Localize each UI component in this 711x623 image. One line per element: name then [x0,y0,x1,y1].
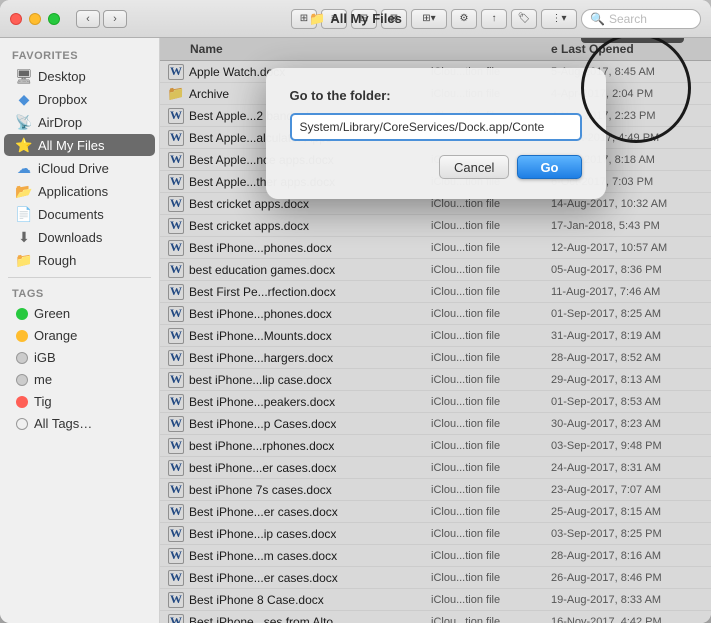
forward-button[interactable]: › [103,10,127,28]
finder-window: ‹ › 📁 All My Files ⊞ ≡ ⊟ ⊠ ⊞▾ ⚙ ↑ 🏷 ⋮▾ 🔍… [0,0,711,623]
sidebar-item-dropbox[interactable]: ◆ Dropbox [4,88,155,110]
sidebar-label-documents: Documents [38,207,104,222]
sidebar-tag-igb[interactable]: iGB [4,347,155,368]
sidebar-tag-tig[interactable]: Tig [4,391,155,412]
documents-icon: 📄 [16,206,32,222]
tag-label-orange: Orange [34,328,77,343]
share-btn[interactable]: ↑ [481,9,507,29]
sidebar-tag-me[interactable]: me [4,369,155,390]
icloud-icon: ☁ [16,160,32,176]
nav-buttons: ‹ › [76,10,127,28]
sidebar-label-downloads: Downloads [38,230,102,245]
sidebar-label-icloud: iCloud Drive [38,161,109,176]
airdrop-icon: 📡 [16,114,32,130]
window-title-area: 📁 All My Files [309,11,402,27]
dialog-title: Go to the folder: [290,88,582,103]
sidebar-label-airdrop: AirDrop [38,115,82,130]
minimize-button[interactable] [29,13,41,25]
green-dot [16,308,28,320]
downloads-icon: ⬇ [16,229,32,245]
tag-label-all-tags: All Tags… [34,416,92,431]
dialog-buttons: Cancel Go [290,155,582,179]
sidebar-item-applications[interactable]: 📂 Applications [4,180,155,202]
folder-path-input[interactable] [290,113,582,141]
all-my-files-icon: ⭐ [16,137,32,153]
go-button[interactable]: Go [517,155,581,179]
dialog-overlay: resources Go to the folder: Cancel Go [160,38,711,623]
cancel-button[interactable]: Cancel [439,155,509,179]
applications-icon: 📂 [16,183,32,199]
airdrop-btn[interactable]: ⋮▾ [541,9,577,29]
search-box[interactable]: 🔍 Search [581,9,701,29]
favorites-label: Favorites [0,46,159,64]
sidebar-tag-all-tags[interactable]: All Tags… [4,413,155,434]
back-button[interactable]: ‹ [76,10,100,28]
tig-dot [16,396,28,408]
titlebar: ‹ › 📁 All My Files ⊞ ≡ ⊟ ⊠ ⊞▾ ⚙ ↑ 🏷 ⋮▾ 🔍… [0,0,711,38]
sidebar-label-applications: Applications [38,184,108,199]
me-dot [16,374,28,386]
sidebar-item-rough[interactable]: 📁 Rough [4,249,155,271]
file-area: Name e Last Opened W Apple Watch.docx iC… [160,38,711,623]
sidebar-tag-green[interactable]: Green [4,303,155,324]
sidebar-divider [8,277,151,278]
sidebar-item-desktop[interactable]: 🖥 Desktop [4,65,155,87]
main-content: Favorites 🖥 Desktop ◆ Dropbox 📡 AirDrop … [0,38,711,623]
action-btn[interactable]: ⚙ [451,9,477,29]
dropbox-icon: ◆ [16,91,32,107]
sidebar: Favorites 🖥 Desktop ◆ Dropbox 📡 AirDrop … [0,38,160,623]
traffic-lights [10,13,60,25]
search-placeholder: Search [609,12,647,26]
tag-btn[interactable]: 🏷 [511,9,537,29]
sidebar-tag-orange[interactable]: Orange [4,325,155,346]
sidebar-label-desktop: Desktop [38,69,86,84]
maximize-button[interactable] [48,13,60,25]
tags-label: Tags [0,284,159,302]
orange-dot [16,330,28,342]
tag-label-tig: Tig [34,394,52,409]
sidebar-item-icloud-drive[interactable]: ☁ iCloud Drive [4,157,155,179]
arrange-btn[interactable]: ⊞▾ [411,9,447,29]
sidebar-label-dropbox: Dropbox [38,92,87,107]
tag-label-igb: iGB [34,350,56,365]
window-title: All My Files [330,11,402,26]
desktop-icon: 🖥 [16,68,32,84]
title-icon: 📁 [309,11,325,27]
tag-label-green: Green [34,306,70,321]
rough-icon: 📁 [16,252,32,268]
sidebar-item-airdrop[interactable]: 📡 AirDrop [4,111,155,133]
all-tags-dot [16,418,28,430]
sidebar-item-downloads[interactable]: ⬇ Downloads [4,226,155,248]
search-icon: 🔍 [590,12,605,26]
sidebar-item-documents[interactable]: 📄 Documents [4,203,155,225]
sidebar-item-all-my-files[interactable]: ⭐ All My Files [4,134,155,156]
resources-text: resources [581,38,683,43]
tag-label-me: me [34,372,52,387]
sidebar-label-all-my-files: All My Files [38,138,104,153]
igb-dot [16,352,28,364]
goto-dialog: resources Go to the folder: Cancel Go [266,68,606,199]
spotlight-circle [581,38,691,143]
close-button[interactable] [10,13,22,25]
sidebar-label-rough: Rough [38,253,76,268]
